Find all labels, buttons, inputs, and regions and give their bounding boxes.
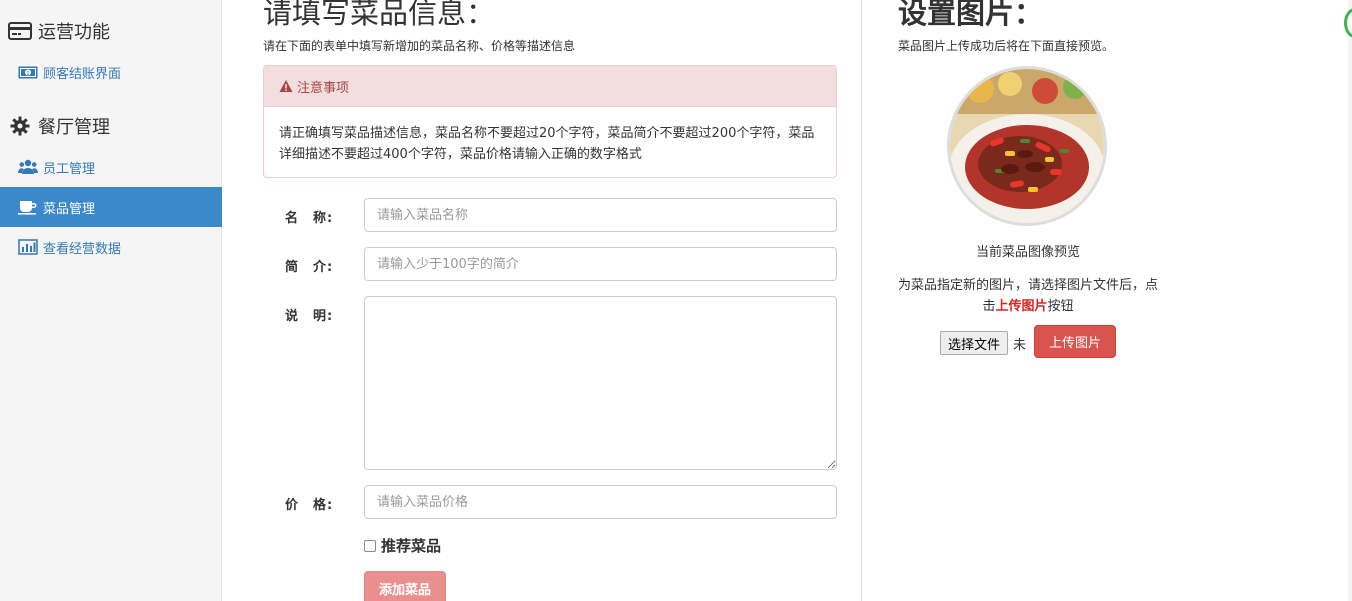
- dish-preview-image: [947, 66, 1107, 226]
- upload-instructions-suffix: 按钮: [1047, 299, 1074, 314]
- image-panel-title: 设置图片：: [898, 0, 1044, 30]
- recommend-label: 推荐菜品: [381, 537, 442, 555]
- sidebar-item-dishes-label: 菜品管理: [43, 201, 96, 217]
- desc-textarea[interactable]: [364, 296, 837, 470]
- file-state-text: 未: [1013, 337, 1027, 353]
- credit-card-icon: [8, 21, 32, 41]
- preview-caption: 当前菜品图像预览: [975, 245, 1080, 260]
- page-title: 请填写菜品信息：: [263, 0, 496, 30]
- notice-panel: 注意事项 请正确填写菜品描述信息，菜品名称不要超过20个字符，菜品简介不要超过2…: [263, 65, 837, 178]
- gear-icon: [8, 116, 32, 136]
- sidebar-item-staff[interactable]: 员工管理: [0, 147, 222, 187]
- sidebar-item-staff-label: 员工管理: [43, 161, 96, 177]
- extension-badge-icon[interactable]: [1344, 8, 1352, 38]
- sidebar-item-checkout[interactable]: 1 顾客结账界面: [0, 52, 222, 92]
- name-label: 名 称:: [285, 211, 334, 226]
- upload-instructions: 为菜品指定新的图片，请选择图片文件后，点击上传图片按钮: [898, 275, 1158, 317]
- warning-icon: [279, 79, 293, 93]
- upload-instructions-highlight: 上传图片: [995, 299, 1048, 314]
- sidebar-item-stats[interactable]: 查看经营数据: [0, 227, 222, 267]
- notice-heading: 注意事项: [264, 66, 836, 107]
- column-divider: [861, 0, 862, 601]
- svg-text:1: 1: [26, 71, 29, 77]
- section-restaurant-title: 餐厅管理: [38, 117, 110, 138]
- price-label: 价 格:: [285, 498, 334, 513]
- notice-body: 请正确填写菜品描述信息，菜品名称不要超过20个字符，菜品简介不要超过200个字符…: [279, 126, 815, 162]
- section-restaurant: 餐厅管理: [8, 113, 110, 139]
- bar-chart-icon: [18, 239, 38, 255]
- add-dish-button[interactable]: 添加菜品: [364, 571, 446, 601]
- sidebar-item-checkout-label: 顾客结账界面: [43, 66, 122, 82]
- desc-label: 说 明:: [285, 309, 334, 324]
- price-input[interactable]: [364, 485, 837, 519]
- sidebar-item-stats-label: 查看经营数据: [43, 241, 122, 257]
- sidebar: 运营功能 1 顾客结账界面 餐厅管理 员工管理 菜品管理 查看经营数据: [0, 0, 222, 601]
- page-subtitle: 请在下面的表单中填写新增加的菜品名称、价格等描述信息: [263, 39, 576, 53]
- section-operations: 运营功能: [8, 18, 110, 44]
- brief-label: 简 介:: [285, 260, 334, 275]
- cup-icon: [18, 199, 38, 215]
- file-picker: 选择文件 未: [940, 331, 1026, 355]
- image-panel-subtitle: 菜品图片上传成功后将在下面直接预览。: [898, 39, 1115, 53]
- users-icon: [18, 159, 38, 175]
- app-root: 运营功能 1 顾客结账界面 餐厅管理 员工管理 菜品管理 查看经营数据 请填写菜…: [0, 0, 1352, 601]
- name-input[interactable]: [364, 198, 837, 232]
- upload-image-button[interactable]: 上传图片: [1034, 325, 1116, 358]
- money-icon: 1: [18, 64, 38, 80]
- section-operations-title: 运营功能: [38, 22, 110, 43]
- scrollbar-track[interactable]: [1348, 0, 1352, 601]
- sidebar-item-dishes[interactable]: 菜品管理: [0, 187, 222, 227]
- notice-heading-text: 注意事项: [297, 80, 350, 96]
- brief-input[interactable]: [364, 247, 837, 281]
- recommend-checkbox[interactable]: [364, 539, 376, 552]
- recommend-row[interactable]: 推荐菜品: [364, 535, 441, 556]
- choose-file-button[interactable]: 选择文件: [940, 331, 1009, 355]
